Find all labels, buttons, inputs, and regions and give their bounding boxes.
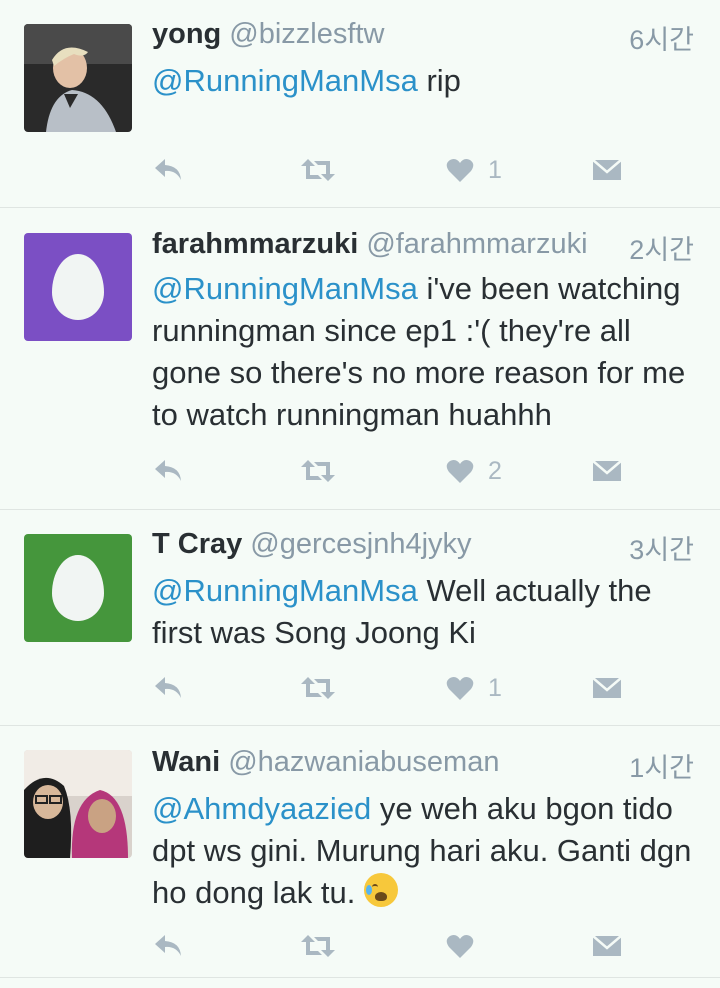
tweet[interactable]: yong @bizzlesftw 6시간 @RunningManMsa rip 1 — [0, 0, 720, 208]
direct-message-icon — [592, 935, 622, 956]
egg-icon — [52, 555, 104, 621]
retweet-button[interactable] — [300, 926, 336, 966]
reply-button[interactable] — [152, 926, 184, 966]
display-name[interactable]: T Cray — [152, 528, 242, 560]
direct-message-button[interactable] — [592, 451, 622, 491]
mention-link[interactable]: @RunningManMsa — [152, 63, 418, 98]
reply-icon — [155, 159, 181, 180]
like-button[interactable]: 2 — [446, 451, 502, 491]
like-button[interactable]: 1 — [446, 668, 502, 708]
reply-button[interactable] — [152, 451, 184, 491]
tweet-actions: 2 — [0, 451, 720, 491]
display-name[interactable]: farahmmarzuki — [152, 228, 358, 260]
display-name[interactable]: yong — [152, 18, 221, 50]
mention-link[interactable]: @Ahmdyaazied — [152, 791, 371, 826]
tweet-text: @Ahmdyaazied ye weh aku bgon tido dpt ws… — [152, 788, 696, 914]
tweet-actions — [0, 926, 720, 966]
like-count: 1 — [488, 155, 502, 184]
direct-message-button[interactable] — [592, 150, 622, 190]
tweet-text: @RunningManMsa rip — [152, 60, 696, 102]
direct-message-button[interactable] — [592, 926, 622, 966]
like-count: 1 — [488, 673, 502, 702]
timestamp: 3시간 — [629, 535, 694, 565]
tweet-actions: 1 — [0, 668, 720, 708]
default-avatar — [24, 233, 132, 341]
user-handle[interactable]: @hazwaniabuseman — [228, 746, 499, 778]
reply-icon — [155, 677, 181, 698]
like-button[interactable] — [446, 926, 488, 966]
heart-icon — [446, 159, 474, 182]
retweet-icon — [301, 460, 335, 482]
avatar[interactable] — [24, 233, 132, 341]
reply-button[interactable] — [152, 150, 184, 190]
avatar-photo — [24, 24, 132, 132]
display-name[interactable]: Wani — [152, 746, 220, 778]
tear-drop — [366, 885, 372, 895]
timestamp: 6시간 — [629, 25, 694, 55]
like-count: 2 — [488, 456, 502, 485]
direct-message-button[interactable] — [592, 668, 622, 708]
tweet[interactable]: farahmmarzuki @farahmmarzuki 2시간 @Running… — [0, 208, 720, 510]
reply-icon — [155, 460, 181, 481]
tweet-text: @RunningManMsa i've been watching runnin… — [152, 268, 696, 436]
timestamp: 1시간 — [629, 753, 694, 783]
reply-icon — [155, 935, 181, 956]
direct-message-icon — [592, 677, 622, 698]
retweet-icon — [301, 677, 335, 699]
retweet-button[interactable] — [300, 451, 336, 491]
timestamp: 2시간 — [629, 235, 694, 265]
heart-icon — [446, 677, 474, 700]
tweet[interactable]: Wani @hazwaniabuseman 1시간 @Ahmdyaazied ye… — [0, 726, 720, 978]
avatar[interactable] — [24, 750, 132, 858]
avatar[interactable] — [24, 24, 132, 132]
retweet-button[interactable] — [300, 668, 336, 708]
retweet-icon — [301, 159, 335, 181]
tweet[interactable]: T Cray @gercesjnh4jyky 3시간 @RunningManMsa… — [0, 510, 720, 726]
user-handle[interactable]: @bizzlesftw — [229, 18, 384, 50]
tweet-body: rip — [417, 63, 461, 98]
user-handle[interactable]: @gercesjnh4jyky — [250, 528, 471, 560]
avatar[interactable] — [24, 534, 132, 642]
default-avatar — [24, 534, 132, 642]
direct-message-icon — [592, 460, 622, 481]
retweet-button[interactable] — [300, 150, 336, 190]
retweet-icon — [301, 935, 335, 957]
avatar-photo — [24, 750, 132, 858]
reply-button[interactable] — [152, 668, 184, 708]
egg-icon — [52, 254, 104, 320]
heart-icon — [446, 935, 474, 958]
user-handle[interactable]: @farahmmarzuki — [366, 228, 587, 260]
crying-face-emoji — [364, 873, 398, 907]
like-button[interactable]: 1 — [446, 150, 502, 190]
divider — [0, 977, 720, 978]
heart-icon — [446, 460, 474, 483]
tweet-actions: 1 — [0, 150, 720, 190]
mention-link[interactable]: @RunningManMsa — [152, 271, 418, 306]
direct-message-icon — [592, 159, 622, 180]
tweet-text: @RunningManMsa Well actually the first w… — [152, 570, 696, 654]
mention-link[interactable]: @RunningManMsa — [152, 573, 418, 608]
